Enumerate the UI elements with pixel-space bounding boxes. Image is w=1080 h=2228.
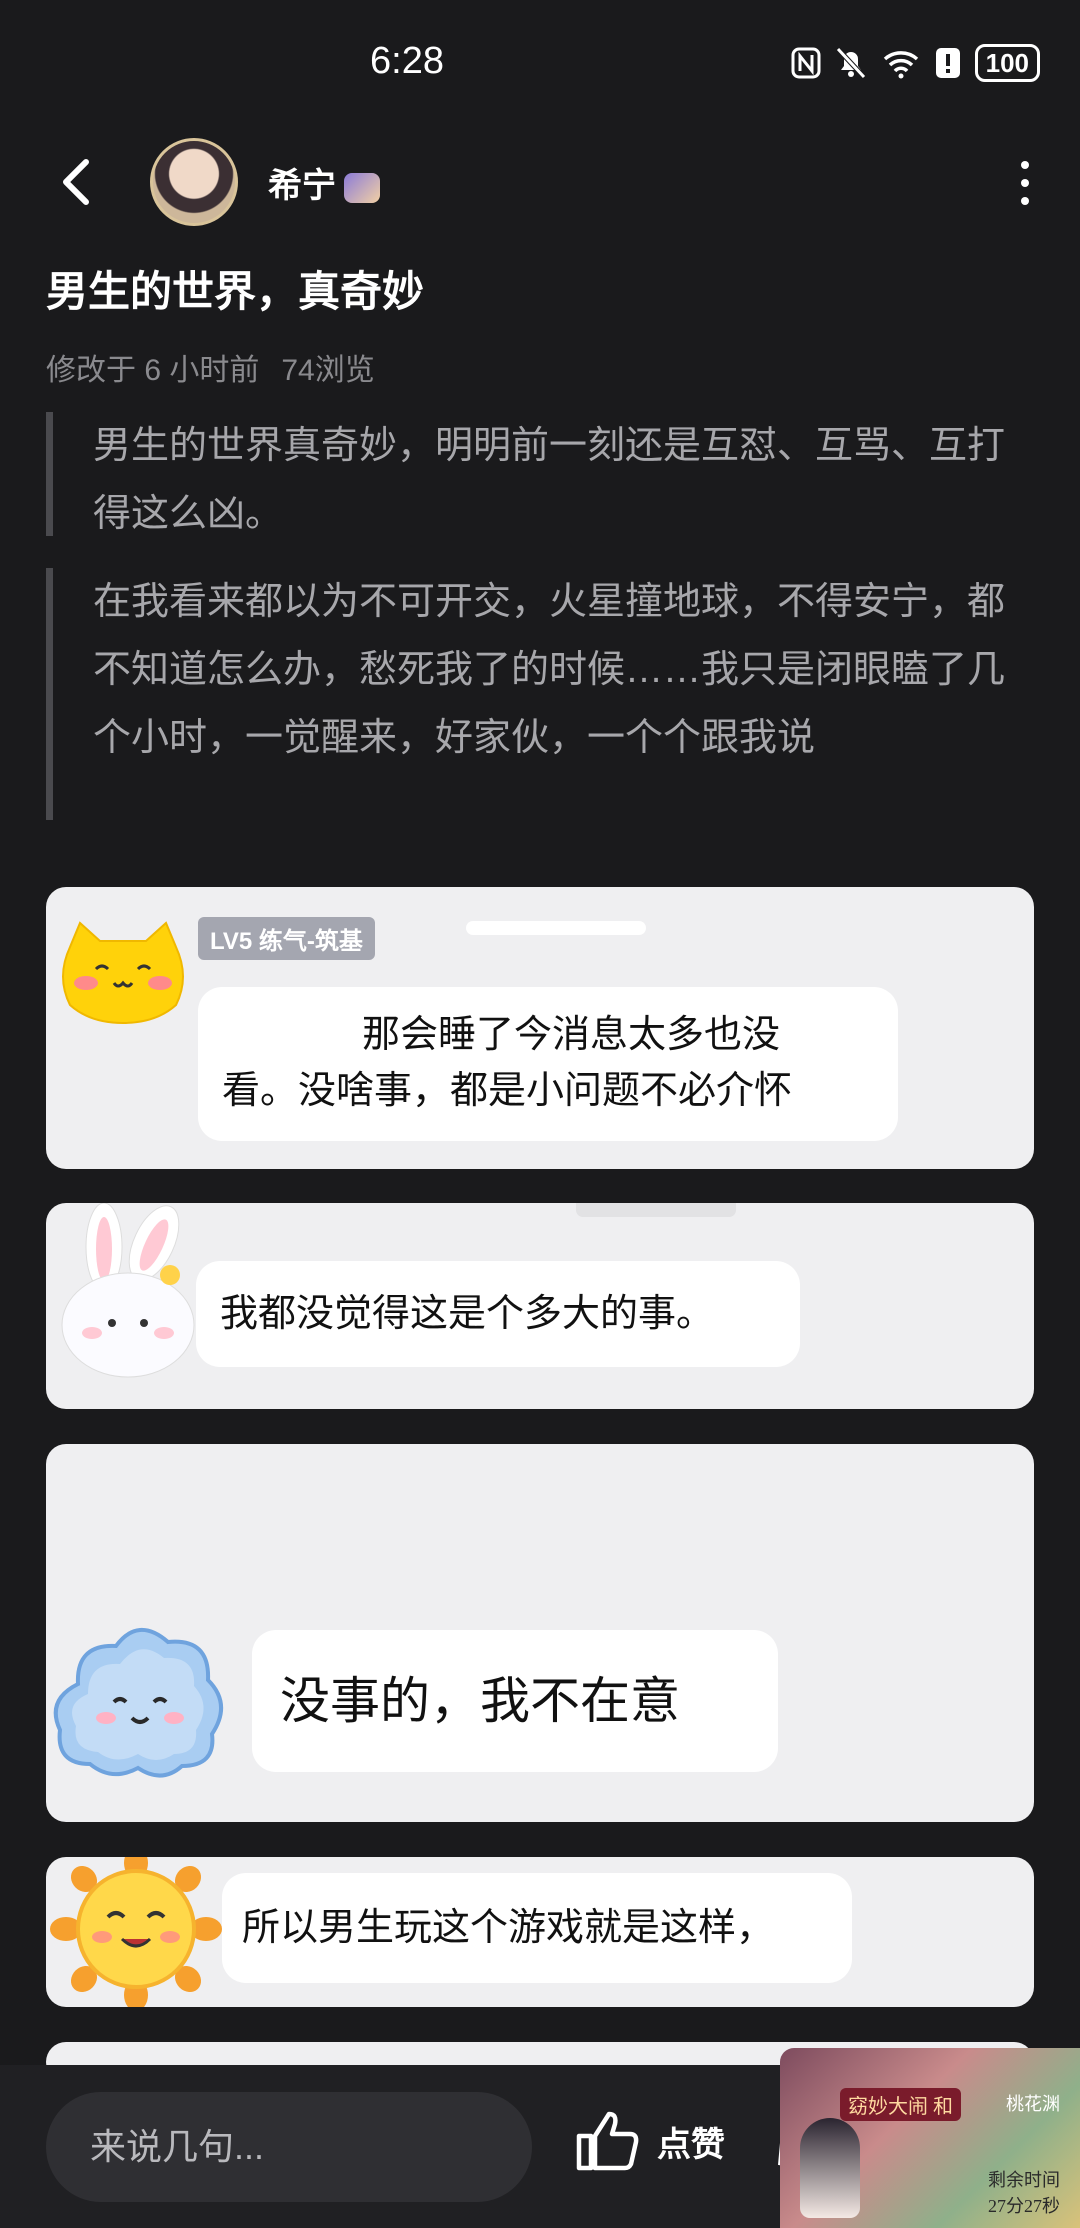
alert-icon — [935, 48, 960, 78]
view-count: 74浏览 — [281, 354, 375, 387]
author-badge-icon — [344, 173, 380, 204]
post-header: 希宁 — [0, 130, 1080, 240]
author-name[interactable]: 希宁 — [268, 158, 380, 207]
message-bubble: 那会睡了今消息太多也没 看。没啥事，都是小问题不必介怀 — [198, 987, 898, 1141]
chat-screenshot-card: 没事的，我不在意 — [46, 1444, 1034, 1822]
post-paragraph: 在我看来都以为不可开交，火星撞地球，不得安宁，都不知道怎么办，愁死我了的时候……… — [46, 568, 1026, 820]
author-name-text: 希宁 — [268, 167, 336, 205]
redaction-mark — [576, 1203, 736, 1217]
cat-emoji-avatar — [62, 921, 184, 1025]
status-bar: 6:28 100 — [0, 0, 1080, 120]
game-timer-label: 剩余时间 — [988, 2170, 1060, 2190]
like-button[interactable]: 点赞 — [575, 2110, 725, 2172]
message-text-line: 看。没啥事，都是小问题不必介怀 — [222, 1070, 793, 1112]
game-timer: 剩余时间 27分27秒 — [988, 2166, 1060, 2218]
back-icon[interactable] — [50, 152, 110, 212]
message-bubble: 我都没觉得这是个多大的事。 — [196, 1261, 800, 1367]
game-title: 窈妙大闹 — [848, 2096, 928, 2118]
level-badge: LV5 练气-筑基 — [198, 917, 375, 960]
game-sub: 和 — [933, 2096, 953, 2118]
status-icons: 100 — [791, 44, 1040, 82]
message-text-line: 那会睡了今消息太多也没 — [362, 1014, 781, 1056]
game-title-bar: 窈妙大闹 和 — [840, 2088, 961, 2121]
thumbs-up-icon — [576, 2111, 639, 2171]
game-side-label: 桃花渊 — [1006, 2094, 1060, 2114]
chat-screenshot-card: LV5 练气-筑基 那会睡了今消息太多也没 看。没啥事，都是小问题不必介怀 — [46, 887, 1034, 1169]
sun-emoji-avatar — [50, 1857, 222, 2007]
message-bubble: 没事的，我不在意 — [252, 1630, 778, 1772]
like-label: 点赞 — [657, 2125, 725, 2164]
game-timer-value: 27分27秒 — [988, 2196, 1060, 2216]
redaction-mark — [466, 921, 646, 935]
comment-input[interactable]: 来说几句... — [46, 2092, 532, 2202]
post-meta: 修改于 6 小时前 74浏览 — [46, 345, 375, 389]
cloud-emoji-avatar — [53, 1627, 224, 1778]
battery-indicator: 100 — [974, 44, 1040, 82]
chat-screenshot-card: 我都没觉得这是个多大的事。 — [46, 1203, 1034, 1409]
message-bubble: 所以男生玩这个游戏就是这样， — [222, 1873, 852, 1983]
post-title: 男生的世界，真奇妙 — [46, 268, 425, 315]
game-character — [800, 2118, 860, 2218]
modified-time: 修改于 6 小时前 — [46, 354, 260, 387]
bunny-emoji-avatar — [61, 1203, 195, 1378]
post-paragraph: 男生的世界真奇妙，明明前一刻还是互怼、互骂、互打得这么凶。 — [46, 412, 1026, 536]
more-options-icon[interactable] — [1010, 158, 1040, 208]
chat-screenshot-card: 所以男生玩这个游戏就是这样， — [46, 1857, 1034, 2007]
status-time: 6:28 — [370, 40, 444, 82]
floating-game-window[interactable]: 窈妙大闹 和 桃花渊 剩余时间 27分27秒 — [780, 2048, 1080, 2228]
wifi-icon — [883, 51, 918, 79]
mute-bell-icon — [835, 47, 866, 79]
author-avatar[interactable] — [150, 138, 238, 226]
nfc-icon — [791, 47, 821, 79]
